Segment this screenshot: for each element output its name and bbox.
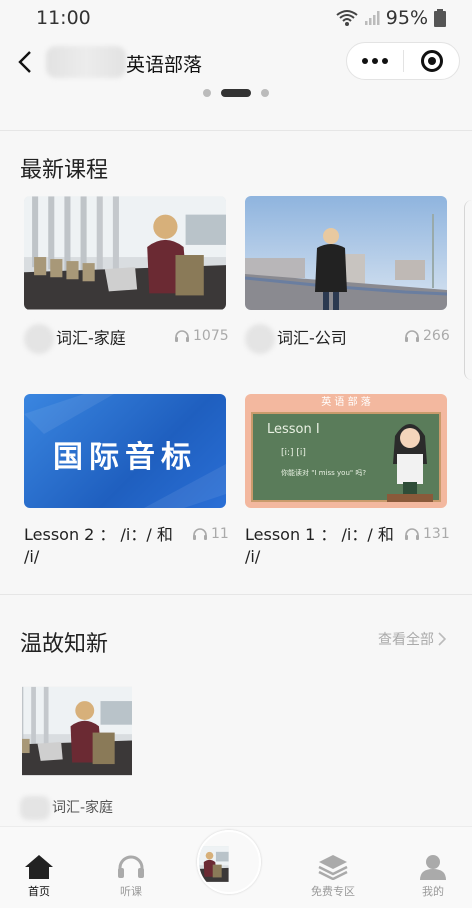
blurred-prefix	[24, 324, 54, 354]
cover-banner: 英 语 部 落	[321, 397, 371, 408]
headphones-icon	[175, 330, 189, 342]
course-title-text: 词汇-公司	[277, 328, 347, 348]
home-icon	[24, 853, 54, 881]
blurred-prefix	[245, 324, 275, 354]
course-title-text: 词汇-家庭	[56, 328, 126, 348]
cover-phonetics: [i:] [i]	[281, 448, 306, 458]
play-count-value: 1075	[193, 328, 229, 344]
course-cover[interactable]: 英 语 部 落 Lesson I [i:] [i] 你能读对 "I miss y…	[245, 394, 447, 508]
status-indicators: 95%	[336, 7, 446, 29]
chalkboard: Lesson I [i:] [i] 你能读对 "I miss you" 吗?	[251, 412, 441, 502]
profile-icon	[418, 853, 448, 881]
review-heading: 温故知新	[20, 632, 109, 657]
cover-question: 你能读对 "I miss you" 吗?	[281, 469, 367, 477]
review-title[interactable]: 词汇-家庭	[20, 796, 113, 820]
status-time: 11:00	[36, 7, 91, 29]
tab-free-zone[interactable]: 免费专区	[288, 827, 378, 907]
course-cover[interactable]	[24, 196, 226, 310]
see-all-link[interactable]: 查看全部	[378, 629, 446, 649]
blurred-account-name	[46, 46, 126, 78]
more-menu-icon[interactable]	[347, 43, 403, 79]
headphones-icon	[405, 528, 419, 540]
headphones-icon	[405, 330, 419, 342]
tab-label: 我的	[422, 885, 444, 898]
wifi-icon	[336, 10, 358, 26]
carousel-dot[interactable]	[261, 89, 269, 97]
tab-label: 首页	[28, 885, 50, 898]
play-count: 1075	[174, 328, 229, 344]
office-photo	[24, 196, 226, 310]
close-program-button[interactable]	[404, 50, 459, 72]
latest-courses-heading: 最新课程	[20, 158, 109, 183]
headphones-icon	[116, 853, 146, 881]
bridge-photo	[245, 196, 447, 310]
review-title-text: 词汇-家庭	[52, 800, 114, 816]
play-count: 11	[192, 526, 229, 542]
office-photo	[22, 668, 152, 794]
tab-profile[interactable]: 我的	[388, 827, 472, 907]
see-all-label: 查看全部	[378, 632, 434, 648]
tab-label: 免费专区	[311, 885, 355, 898]
now-playing-avatar[interactable]	[197, 830, 261, 894]
tab-listen[interactable]: 听课	[86, 827, 176, 907]
carousel-dot-active[interactable]	[221, 89, 251, 97]
review-cover[interactable]	[22, 668, 152, 794]
play-count-value: 11	[211, 526, 229, 542]
course-cover[interactable]	[245, 196, 447, 310]
page-title: 英语部落	[126, 54, 203, 76]
play-count-value: 131	[423, 526, 450, 542]
scroll-edge	[464, 200, 472, 380]
chevron-right-icon	[438, 632, 446, 646]
tab-label: 听课	[120, 885, 142, 898]
layers-icon	[318, 853, 348, 881]
carousel-indicator	[0, 89, 472, 97]
target-icon	[420, 50, 443, 72]
battery-percent: 95%	[385, 7, 428, 29]
nav-bar: 英语部落	[0, 36, 472, 88]
course-title[interactable]: Lesson 2 ： /i：/ 和 /i/	[24, 524, 184, 568]
cover-text: 国际音标	[53, 440, 197, 475]
cover-heading: Lesson I	[267, 422, 320, 437]
course-title[interactable]: 词汇-公司	[245, 324, 395, 354]
play-count: 131	[404, 526, 450, 542]
play-count: 266	[404, 328, 450, 344]
course-title[interactable]: 词汇-家庭	[24, 324, 174, 354]
headphones-icon	[193, 528, 207, 540]
tab-home[interactable]: 首页	[0, 827, 84, 907]
divider	[0, 594, 472, 595]
divider	[0, 130, 472, 131]
battery-icon	[434, 9, 446, 27]
signal-icon	[364, 11, 380, 25]
teacher-illustration	[387, 424, 433, 502]
blurred-prefix	[20, 796, 50, 820]
course-cover[interactable]: 国际音标	[24, 394, 226, 508]
carousel-dot[interactable]	[203, 89, 211, 97]
course-title[interactable]: Lesson 1 ： /i：/ 和 /i/	[245, 524, 405, 568]
play-count-value: 266	[423, 328, 450, 344]
mini-program-capsule	[346, 42, 460, 80]
back-arrow-icon[interactable]	[14, 48, 38, 76]
status-bar: 11:00 95%	[0, 0, 472, 36]
